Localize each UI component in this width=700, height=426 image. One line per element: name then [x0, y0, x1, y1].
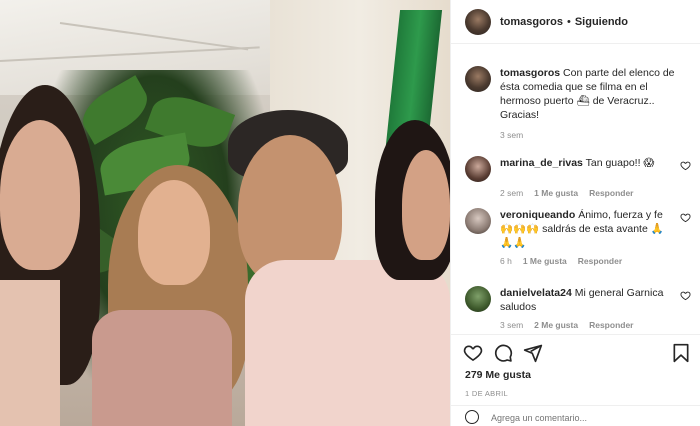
commenter-username[interactable]: veroniqueando [500, 209, 575, 221]
commenter-avatar[interactable] [465, 156, 491, 182]
post-caption: tomasgoros Con parte del elenco de ésta … [465, 66, 691, 122]
comment-likes[interactable]: 2 Me gusta [534, 320, 578, 330]
photo-person-body [245, 260, 450, 426]
bookmark-icon[interactable] [671, 343, 691, 363]
photo-person-face [138, 180, 210, 285]
reply-button[interactable]: Responder [589, 320, 633, 330]
share-icon[interactable] [523, 343, 543, 363]
reply-button[interactable]: Responder [589, 188, 633, 198]
comment-item: danielvelata24 Mi general Garnica saludo… [465, 286, 691, 330]
comment-heart-icon[interactable] [680, 290, 691, 301]
comment-time[interactable]: 6 h [500, 256, 512, 266]
photo-person-body [92, 310, 232, 426]
photo-person-body [0, 280, 60, 426]
author-username[interactable]: tomasgoros [500, 16, 563, 28]
reply-button[interactable]: Responder [578, 256, 622, 266]
post-header: tomasgoros • Siguiendo [451, 0, 700, 44]
caption-timestamp[interactable]: 3 sem [500, 130, 523, 140]
photo-person-face [402, 150, 450, 260]
comment-heart-icon[interactable] [680, 160, 691, 171]
comment-icon[interactable] [493, 343, 513, 363]
comment-item: veroniqueando Ánimo, fuerza y fe 🙌🙌🙌 sal… [465, 208, 691, 266]
comment-item: marina_de_rivas Tan guapo!! 😱 2 sem 1 Me… [465, 156, 691, 198]
author-avatar[interactable] [465, 66, 491, 92]
commenter-avatar[interactable] [465, 208, 491, 234]
photo-person-face [0, 120, 80, 270]
post-date[interactable]: 1 DE ABRIL [465, 389, 508, 398]
commenter-username[interactable]: marina_de_rivas [500, 157, 583, 169]
caption-text-block: tomasgoros Con parte del elenco de ésta … [500, 66, 690, 122]
caption-username[interactable]: tomasgoros [500, 67, 560, 79]
comment-body: veroniqueando Ánimo, fuerza y fe 🙌🙌🙌 sal… [500, 208, 670, 250]
comment-heart-icon[interactable] [680, 212, 691, 223]
comment-input[interactable] [491, 411, 651, 425]
comment-likes[interactable]: 1 Me gusta [534, 188, 578, 198]
comment-text: Tan guapo!! 😱 [585, 157, 655, 169]
emoji-icon[interactable] [465, 410, 479, 424]
commenter-username[interactable]: danielvelata24 [500, 287, 572, 299]
heart-icon[interactable] [463, 343, 483, 363]
likes-count[interactable]: 279 Me gusta [465, 369, 531, 381]
comment-meta: 6 h 1 Me gusta Responder [500, 256, 691, 266]
commenter-avatar[interactable] [465, 286, 491, 312]
comment-time[interactable]: 3 sem [500, 320, 523, 330]
post-side-panel: tomasgoros • Siguiendo tomasgoros Con pa… [450, 0, 700, 426]
comment-time[interactable]: 2 sem [500, 188, 523, 198]
header-separator: • [566, 15, 571, 28]
author-avatar[interactable] [465, 8, 491, 35]
comment-body: marina_de_rivas Tan guapo!! 😱 [500, 156, 670, 182]
comment-meta: 3 sem 2 Me gusta Responder [500, 320, 691, 330]
post-actions: 279 Me gusta 1 DE ABRIL [451, 334, 700, 426]
comment-meta: 2 sem 1 Me gusta Responder [500, 188, 691, 198]
comment-likes[interactable]: 1 Me gusta [523, 256, 567, 266]
comment-body: danielvelata24 Mi general Garnica saludo… [500, 286, 670, 314]
following-button[interactable]: Siguiendo [575, 16, 628, 28]
comments-list[interactable]: tomasgoros Con parte del elenco de ésta … [451, 44, 700, 334]
add-comment-bar [451, 405, 700, 426]
post-photo[interactable] [0, 0, 450, 426]
